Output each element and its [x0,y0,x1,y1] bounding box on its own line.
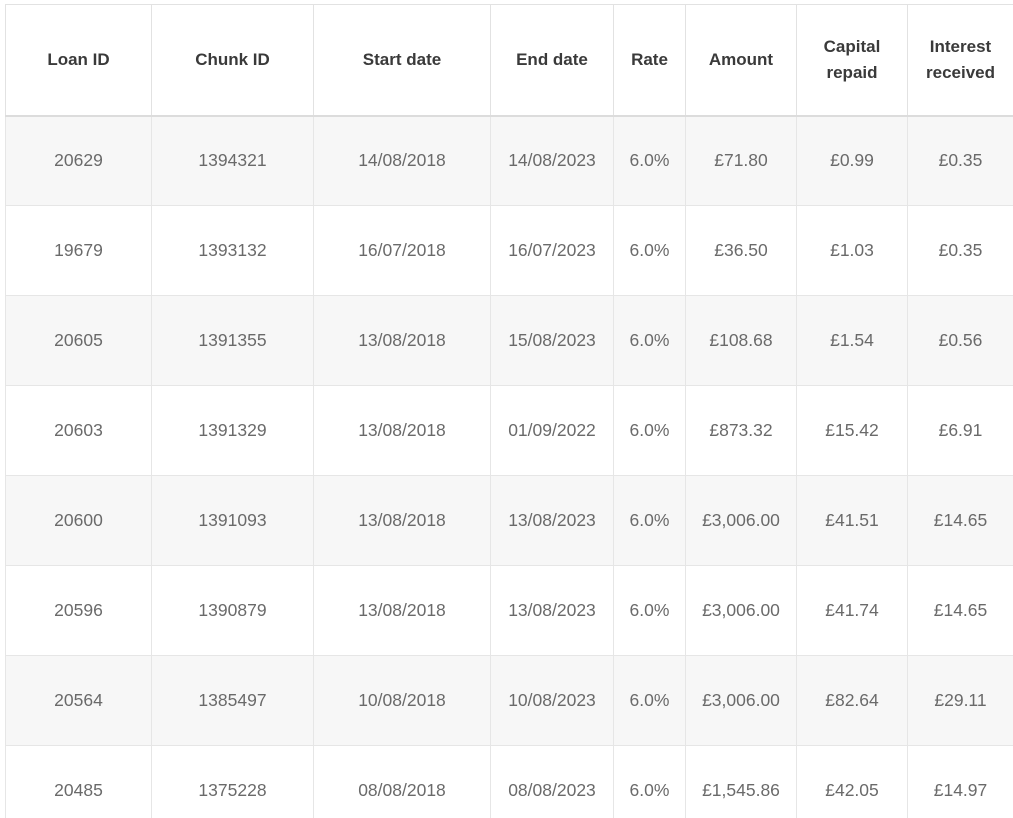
cell-chunk-id: 1375228 [151,745,314,818]
cell-capital-repaid: £41.51 [796,475,908,566]
cell-capital-repaid: £1.03 [796,205,908,296]
column-header-label: End date [516,49,588,69]
cell-end-date: 13/08/2023 [490,565,614,656]
cell-loan-id: 19679 [5,205,152,296]
cell-amount: £71.80 [685,115,797,206]
cell-rate: 6.0% [613,475,686,566]
cell-amount: £873.32 [685,385,797,476]
column-header-loan-id: Loan ID [5,4,152,117]
cell-interest-received: £0.56 [907,295,1013,386]
column-header-label: Chunk ID [195,49,270,69]
cell-interest-received: £14.65 [907,565,1013,656]
table-row: 20605 1391355 13/08/2018 15/08/2023 6.0% £108… [5,295,1013,386]
column-header-rate: Rate [613,4,686,117]
table-row: 20629 1394321 14/08/2018 14/08/2023 6.0% £71.… [5,115,1013,206]
cell-chunk-id: 1391329 [151,385,314,476]
column-header-start-date: Start date [313,4,491,117]
loan-parts-table: Loan ID Chunk ID Start date End date Rate Amo… [5,4,1013,818]
column-header-label: Interest received [926,36,995,82]
cell-interest-received: £14.65 [907,475,1013,566]
cell-start-date: 14/08/2018 [313,115,491,206]
cell-start-date: 13/08/2018 [313,565,491,656]
cell-capital-repaid: £42.05 [796,745,908,818]
cell-rate: 6.0% [613,205,686,296]
cell-start-date: 13/08/2018 [313,385,491,476]
cell-loan-id: 20605 [5,295,152,386]
column-header-label: Capital repaid [823,36,881,82]
table-row: 20603 1391329 13/08/2018 01/09/2022 6.0% £873… [5,385,1013,476]
cell-start-date: 10/08/2018 [313,655,491,746]
column-header-interest-received: Interest received [907,4,1013,117]
cell-capital-repaid: £0.99 [796,115,908,206]
table-row: 20564 1385497 10/08/2018 10/08/2023 6.0% £3,0… [5,655,1013,746]
cell-start-date: 13/08/2018 [313,295,491,386]
cell-loan-id: 20603 [5,385,152,476]
cell-start-date: 16/07/2018 [313,205,491,296]
table-header: Loan ID Chunk ID Start date End date Rate Amo… [5,4,1013,117]
cell-start-date: 08/08/2018 [313,745,491,818]
cell-rate: 6.0% [613,295,686,386]
cell-chunk-id: 1391093 [151,475,314,566]
cell-amount: £1,545.86 [685,745,797,818]
cell-end-date: 16/07/2023 [490,205,614,296]
cell-interest-received: £0.35 [907,205,1013,296]
column-header-chunk-id: Chunk ID [151,4,314,117]
cell-end-date: 15/08/2023 [490,295,614,386]
cell-capital-repaid: £15.42 [796,385,908,476]
cell-end-date: 13/08/2023 [490,475,614,566]
cell-rate: 6.0% [613,745,686,818]
cell-amount: £3,006.00 [685,475,797,566]
cell-loan-id: 20564 [5,655,152,746]
cell-interest-received: £14.97 [907,745,1013,818]
cell-loan-id: 20596 [5,565,152,656]
header-row: Loan ID Chunk ID Start date End date Rate Amo… [5,4,1013,117]
cell-rate: 6.0% [613,655,686,746]
cell-interest-received: £29.11 [907,655,1013,746]
cell-loan-id: 20600 [5,475,152,566]
cell-interest-received: £6.91 [907,385,1013,476]
column-header-capital-repaid: Capital repaid [796,4,908,117]
cell-rate: 6.0% [613,115,686,206]
cell-rate: 6.0% [613,385,686,476]
cell-loan-id: 20485 [5,745,152,818]
cell-end-date: 10/08/2023 [490,655,614,746]
cell-capital-repaid: £1.54 [796,295,908,386]
cell-chunk-id: 1390879 [151,565,314,656]
table-row: 20485 1375228 08/08/2018 08/08/2023 6.0% £1,5… [5,745,1013,818]
cell-start-date: 13/08/2018 [313,475,491,566]
cell-amount: £36.50 [685,205,797,296]
table-row: 19679 1393132 16/07/2018 16/07/2023 6.0% £36.… [5,205,1013,296]
table-row: 20600 1391093 13/08/2018 13/08/2023 6.0% £3,0… [5,475,1013,566]
cell-chunk-id: 1385497 [151,655,314,746]
cell-interest-received: £0.35 [907,115,1013,206]
cell-chunk-id: 1393132 [151,205,314,296]
cell-loan-id: 20629 [5,115,152,206]
column-header-end-date: End date [490,4,614,117]
loan-parts-table-container: Loan ID Chunk ID Start date End date Rate Amo… [5,4,1013,818]
table-row: 20596 1390879 13/08/2018 13/08/2023 6.0% £3,0… [5,565,1013,656]
cell-end-date: 08/08/2023 [490,745,614,818]
cell-end-date: 01/09/2022 [490,385,614,476]
column-header-label: Loan ID [47,49,110,69]
cell-end-date: 14/08/2023 [490,115,614,206]
cell-rate: 6.0% [613,565,686,656]
column-header-label: Start date [362,49,442,69]
cell-amount: £3,006.00 [685,655,797,746]
column-header-label: Rate [631,49,668,69]
cell-amount: £3,006.00 [685,565,797,656]
column-header-label: Amount [708,49,774,69]
cell-chunk-id: 1394321 [151,115,314,206]
cell-amount: £108.68 [685,295,797,386]
cell-capital-repaid: £41.74 [796,565,908,656]
column-header-amount: Amount [685,4,797,117]
cell-capital-repaid: £82.64 [796,655,908,746]
table-body: 20629 1394321 14/08/2018 14/08/2023 6.0% £71.… [5,115,1013,818]
cell-chunk-id: 1391355 [151,295,314,386]
